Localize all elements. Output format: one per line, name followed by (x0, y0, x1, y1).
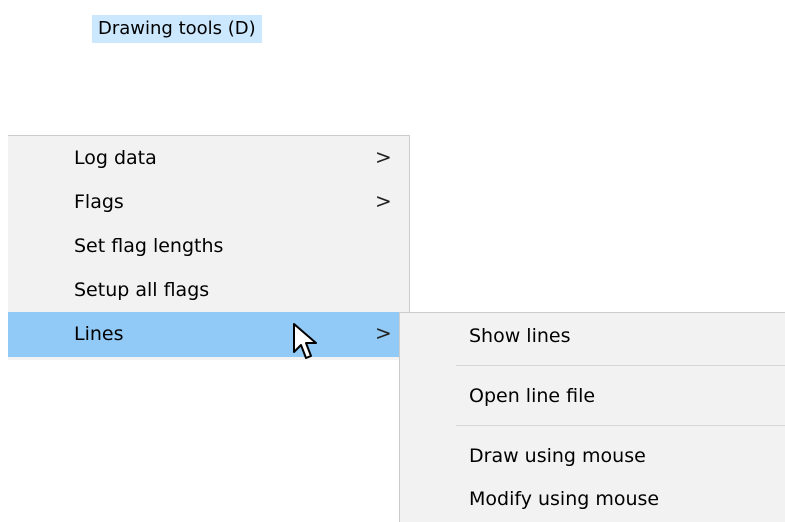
menu-item-setup-all-flags[interactable]: Setup all flags (8, 268, 409, 312)
menu-item-flags[interactable]: Flags > (8, 180, 409, 224)
menu-item-set-flag-lengths[interactable]: Set flag lengths (8, 224, 409, 268)
submenu-item-label: Show lines (469, 325, 571, 347)
menu-item-label: Lines (74, 323, 124, 345)
mouse-pointer-icon (293, 323, 317, 359)
menu-item-label: Setup all flags (74, 279, 210, 301)
submenu-item-label: Modify using mouse (469, 488, 660, 510)
submenu-item-modify-using-mouse[interactable]: Modify using mouse (400, 476, 785, 520)
lines-submenu: Show lines Open line file Draw using mou… (399, 312, 785, 522)
menu-item-label: Flags (74, 191, 124, 213)
drawing-tools-menu-title[interactable]: Drawing tools (D) (92, 15, 262, 43)
submenu-item-draw-using-mouse[interactable]: Draw using mouse (400, 433, 785, 477)
menu-item-label: Set flag lengths (74, 235, 224, 257)
submenu-item-open-line-file[interactable]: Open line file (400, 373, 785, 417)
submenu-separator (456, 425, 785, 426)
submenu-item-label: Draw using mouse (469, 445, 646, 467)
chevron-right-icon: > (375, 321, 392, 345)
context-menu: Log data > Flags > Set flag lengths Setu… (8, 135, 410, 360)
submenu-item-label: Open line file (469, 385, 596, 407)
chevron-right-icon: > (375, 189, 392, 213)
menu-item-label: Log data (74, 147, 157, 169)
menu-item-log-data[interactable]: Log data > (8, 136, 409, 180)
submenu-item-show-lines[interactable]: Show lines (400, 313, 785, 357)
submenu-separator (456, 365, 785, 366)
chevron-right-icon: > (375, 145, 392, 169)
menu-item-lines[interactable]: Lines > (8, 312, 409, 357)
